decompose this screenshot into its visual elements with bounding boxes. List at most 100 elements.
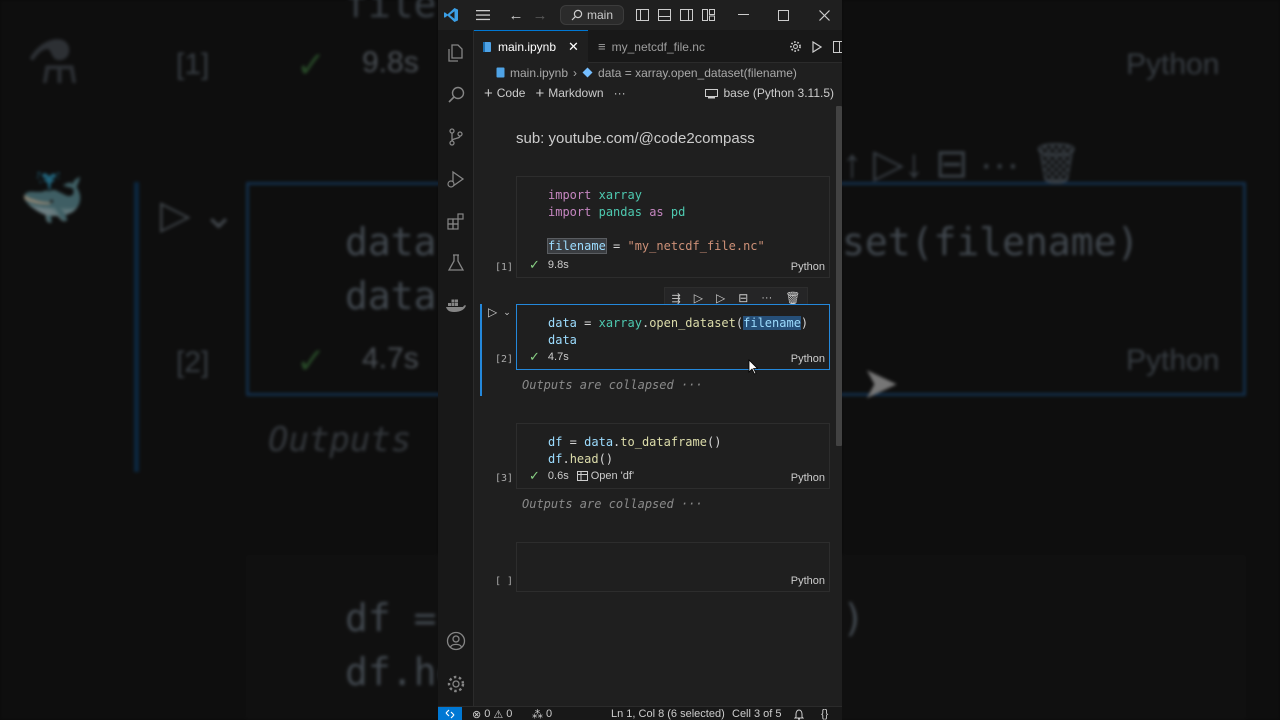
bg-docker-icon: 🐳 [20, 170, 85, 228]
breadcrumb-symbol[interactable]: data = xarray.open_dataset(filename) [598, 66, 797, 80]
close-window-icon[interactable] [812, 0, 836, 30]
cell-2-code[interactable]: data = xarray.open_dataset(filename) dat… [548, 315, 808, 349]
run-next-icon[interactable]: ▷ [716, 291, 725, 305]
vscode-logo-icon [440, 0, 462, 30]
chevron-down-icon[interactable]: ⌄ [503, 307, 511, 319]
cell-duration: 9.8s [547, 259, 569, 271]
add-code-cell-button[interactable]: + Code [484, 85, 525, 102]
toolbar-more-icon[interactable]: ··· [614, 86, 626, 100]
status-bar: ⊗ 0 ⚠ 0 ⁂ 0 Ln 1, Col 8 (6 selected) Cell 3… [438, 706, 842, 720]
notebook-editor: sub: youtube.com/@code2compass import xa… [474, 104, 842, 706]
customize-layout-icon[interactable] [700, 0, 716, 30]
forward-arrow-icon[interactable]: → [530, 0, 550, 30]
testing-flask-icon[interactable] [438, 245, 474, 281]
bg-exec-1: [1] [176, 48, 210, 81]
warning-icon: ⚠ [493, 708, 504, 720]
remote-indicator-icon[interactable] [438, 707, 462, 720]
table-icon [576, 471, 588, 481]
ports-indicator[interactable]: ⁂ 0 [532, 707, 552, 720]
bg-cursor-icon: ➤ [862, 359, 899, 408]
run-all-icon[interactable] [806, 40, 828, 53]
open-variable-link[interactable]: Open 'df' [576, 470, 634, 482]
more-icon[interactable]: ··· [761, 292, 772, 304]
cell-1-code[interactable]: import xarray import pandas as pd filena… [547, 187, 765, 255]
outputs-collapsed[interactable]: Outputs are collapsed ··· [522, 497, 703, 511]
menu-icon[interactable] [472, 0, 494, 30]
kernel-icon [705, 89, 719, 99]
explorer-icon[interactable] [438, 35, 474, 71]
kernel-label: base (Python 3.11.5) [723, 86, 834, 100]
cell-language[interactable]: Python [791, 472, 825, 484]
vscode-window: ← → main main.ipynb ✕ ≡ my_netcdf_file.n… [438, 0, 842, 720]
outputs-collapsed[interactable]: Outputs are collapsed ··· [522, 378, 703, 392]
cursor-position[interactable]: Ln 1, Col 8 (6 selected) [611, 707, 725, 720]
chevron-right-icon: › [573, 65, 578, 80]
run-below-icon[interactable]: ▷ [694, 291, 703, 305]
notifications-bell-icon[interactable] [794, 707, 804, 720]
bg-dur-1: 9.8s [362, 46, 419, 79]
accounts-icon[interactable] [438, 623, 474, 659]
tab-main-ipynb[interactable]: main.ipynb ✕ [474, 30, 588, 63]
warning-count: 0 [506, 708, 513, 720]
bg-check-2: ✓ [296, 340, 327, 381]
code-cell-1[interactable]: import xarray import pandas as pd filena… [495, 176, 830, 278]
run-debug-icon[interactable] [438, 161, 474, 197]
problems-indicator[interactable]: ⊗ 0 ⚠ 0 [472, 707, 512, 720]
docker-icon[interactable] [438, 287, 474, 323]
run-cell-controls: ▷ ⌄ [488, 305, 511, 319]
bg-outputs: Outputs [268, 420, 412, 460]
execution-count: [2] [495, 354, 514, 365]
bg-code-2: data [345, 274, 437, 318]
plus-icon: + [535, 84, 545, 102]
ports-count: 0 [546, 708, 553, 720]
minimize-icon[interactable] [732, 0, 754, 30]
source-control-icon[interactable] [438, 119, 474, 155]
breadcrumb-file[interactable]: main.ipynb [510, 66, 568, 80]
toggle-secondary-sidebar-icon[interactable] [678, 0, 694, 30]
braces-icon[interactable]: {} [821, 707, 828, 720]
focus-indicator [480, 304, 482, 396]
cell-language[interactable]: Python [791, 575, 825, 587]
bg-code-1: data [345, 220, 437, 264]
add-markdown-cell-button[interactable]: + Markdown [535, 85, 603, 102]
cell-language[interactable]: Python [791, 353, 825, 365]
code-cell-3[interactable]: df = data.to_dataframe() df.head() [3] ✓… [495, 423, 830, 489]
close-tab-icon[interactable]: ✕ [568, 39, 579, 55]
check-icon: ✓ [529, 468, 540, 483]
bg-exec-2: [2] [176, 346, 210, 379]
cell-language[interactable]: Python [791, 261, 825, 273]
add-code-label: Code [496, 86, 526, 100]
plus-icon: + [484, 84, 493, 102]
split-editor-icon[interactable] [828, 40, 842, 53]
tab-label: my_netcdf_file.nc [611, 39, 705, 54]
cell-3-code[interactable]: df = data.to_dataframe() df.head() [548, 434, 721, 468]
toggle-primary-sidebar-icon[interactable] [634, 0, 650, 30]
cell-duration: 0.6s [547, 470, 569, 482]
toggle-panel-icon[interactable] [656, 0, 672, 30]
search-icon[interactable] [438, 77, 474, 113]
command-center[interactable]: main [560, 5, 624, 25]
extensions-icon[interactable] [438, 203, 474, 239]
maximize-icon[interactable] [772, 0, 794, 30]
execute-above-icon[interactable]: ⇶ [672, 292, 681, 305]
back-arrow-icon[interactable]: ← [506, 0, 526, 30]
settings-gear-icon[interactable] [438, 666, 474, 702]
ports-icon: ⁂ [532, 708, 543, 720]
bg-code-6: ) [842, 596, 865, 640]
split-cell-icon[interactable]: ⊟ [738, 291, 748, 305]
code-cell-2[interactable]: data = xarray.open_dataset(filename) dat… [495, 304, 830, 370]
markdown-cell[interactable]: sub: youtube.com/@code2compass [516, 130, 755, 147]
cell-indicator[interactable]: Cell 3 of 5 [732, 707, 782, 720]
run-cell-icon[interactable]: ▷ [488, 305, 497, 319]
notebook-file-icon [496, 67, 505, 78]
delete-trash-icon[interactable]: 🗑 [785, 291, 800, 305]
code-cell-4[interactable]: [ ] Python [495, 542, 830, 592]
cell-status: ✓ 0.6s Open 'df' [529, 468, 634, 484]
gear-icon[interactable] [784, 40, 806, 53]
file-lines-icon: ≡ [598, 39, 606, 54]
vertical-scrollbar[interactable] [836, 106, 842, 446]
bg-flask-icon: ⚗ [26, 29, 80, 96]
bg-dur-2: 4.7s [362, 342, 419, 375]
kernel-picker[interactable]: base (Python 3.11.5) [705, 82, 834, 104]
tab-my-netcdf-file[interactable]: ≡ my_netcdf_file.nc [590, 30, 740, 63]
